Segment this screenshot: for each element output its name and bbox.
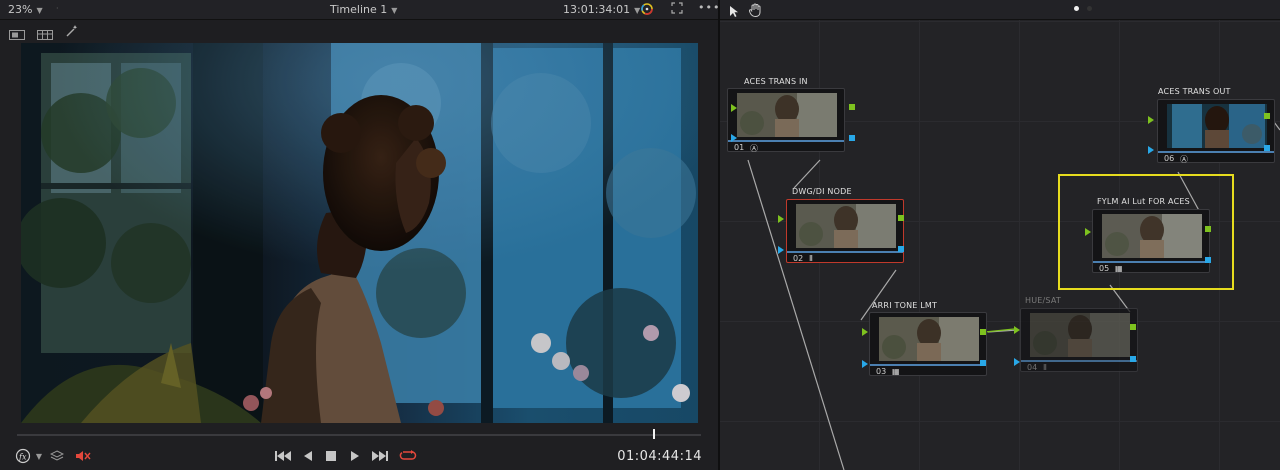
- chevron-down-icon: ▼: [391, 6, 398, 15]
- node-number: 05: [1099, 264, 1110, 273]
- grid-lut-icon: ▦: [1115, 264, 1123, 273]
- separator-dot-icon: ·: [56, 4, 59, 13]
- grid-lut-icon: ▦: [892, 367, 900, 376]
- node-status-strip: [870, 364, 986, 366]
- node-number: 02: [793, 254, 804, 263]
- node-status-strip: [1093, 261, 1209, 263]
- zoom-dropdown[interactable]: 23% ▼: [8, 3, 43, 16]
- node-input-alpha[interactable]: [731, 134, 737, 142]
- node-input-alpha[interactable]: [778, 246, 784, 254]
- svg-text:fx: fx: [18, 453, 27, 462]
- cinema-viewer-icon[interactable]: [37, 25, 53, 44]
- node-03-arri-tone-lmt[interactable]: 03 ▦: [869, 312, 987, 376]
- node-status-strip: [787, 251, 903, 253]
- node-thumbnail: [1102, 214, 1202, 258]
- timeline-dropdown[interactable]: Timeline 1 ▼: [330, 3, 397, 16]
- node-output-alpha[interactable]: [1130, 356, 1136, 362]
- magic-wand-icon[interactable]: [65, 23, 79, 42]
- node-thumbnail: [796, 204, 896, 248]
- node-label: FYLM AI Lut FOR ACES: [1097, 197, 1190, 206]
- node-output-rgb[interactable]: [980, 329, 986, 335]
- viewer-header: 23% ▼ · Timeline 1 ▼ 13:01:34:01 ▼ •••: [0, 0, 719, 20]
- node-output-rgb[interactable]: [1130, 324, 1136, 330]
- node-06-aces-trans-out[interactable]: 06 Ⓐ: [1157, 99, 1275, 164]
- video-frame-image: [21, 43, 698, 423]
- play-reverse-icon[interactable]: [299, 447, 317, 465]
- node-input-alpha[interactable]: [1014, 358, 1020, 366]
- node-input-rgb[interactable]: [1014, 326, 1020, 334]
- video-frame[interactable]: [21, 43, 698, 423]
- node-input-rgb[interactable]: [862, 328, 868, 336]
- node-number: 01: [734, 143, 745, 152]
- stop-icon[interactable]: [322, 447, 340, 465]
- node-label: ACES TRANS IN: [744, 77, 808, 86]
- node-output-alpha[interactable]: [1205, 257, 1211, 263]
- node-number: 04: [1027, 363, 1038, 372]
- viewer-toolbar: [0, 20, 718, 40]
- chevron-down-icon: ▼: [36, 6, 43, 15]
- node-status-strip: [1158, 151, 1274, 153]
- viewer-panel: 23% ▼ · Timeline 1 ▼ 13:01:34:01 ▼ ••• f…: [0, 0, 719, 470]
- node-output-alpha[interactable]: [898, 246, 904, 252]
- scrubber-track[interactable]: [17, 434, 701, 436]
- node-output-rgb[interactable]: [1264, 113, 1270, 119]
- aces-icon: Ⓐ: [750, 144, 758, 153]
- node-input-rgb[interactable]: [731, 104, 737, 112]
- timeline-title: Timeline 1: [330, 3, 388, 16]
- node-graph-panel[interactable]: ACES TRANS IN 01 Ⓐ DWG/DI NODE 02 Ⅱ ARRI…: [720, 0, 1280, 470]
- node-output-rgb[interactable]: [849, 104, 855, 110]
- playhead-timecode: 01:04:44:14: [617, 449, 702, 464]
- node-label: DWG/DI NODE: [792, 187, 852, 196]
- transport-bar: fx ▼ 01:04:44:14: [0, 424, 718, 470]
- skip-last-icon[interactable]: [371, 447, 389, 465]
- node-label: HUE/SAT: [1025, 296, 1061, 305]
- node-number: 06: [1164, 154, 1175, 163]
- play-icon[interactable]: [346, 447, 364, 465]
- node-label: ARRI TONE LMT: [872, 301, 938, 310]
- scrubber-playhead[interactable]: [653, 429, 655, 439]
- node-input-alpha[interactable]: [862, 360, 868, 368]
- speaker-muted-icon[interactable]: [74, 447, 92, 465]
- node-output-rgb[interactable]: [898, 215, 904, 221]
- node-input-rgb[interactable]: [1148, 116, 1154, 124]
- node-04-hue-sat[interactable]: 04 Ⅱ: [1020, 308, 1138, 372]
- expand-icon[interactable]: [671, 2, 683, 17]
- color-wheel-icon[interactable]: [640, 2, 654, 19]
- chevron-down-icon[interactable]: ▼: [30, 447, 48, 465]
- node-label: ACES TRANS OUT: [1158, 87, 1231, 96]
- levels-icon: Ⅱ: [1043, 363, 1047, 372]
- node-output-rgb[interactable]: [1205, 226, 1211, 232]
- source-timecode-dropdown[interactable]: 13:01:34:01 ▼: [563, 3, 640, 16]
- zoom-value: 23%: [8, 3, 33, 16]
- node-input-rgb[interactable]: [778, 215, 784, 223]
- node-output-alpha[interactable]: [849, 135, 855, 141]
- layers-icon[interactable]: [48, 447, 66, 465]
- node-01-aces-trans-in[interactable]: 01 Ⓐ: [727, 88, 845, 153]
- node-output-alpha[interactable]: [980, 360, 986, 366]
- node-thumbnail: [1030, 313, 1130, 357]
- node-number: 03: [876, 367, 887, 376]
- node-thumbnail: [1167, 104, 1267, 148]
- node-02-dwg-di-node[interactable]: 02 Ⅱ: [786, 199, 904, 263]
- loop-icon[interactable]: [399, 447, 417, 465]
- node-status-strip: [728, 140, 844, 142]
- single-viewer-icon[interactable]: [9, 25, 25, 44]
- node-thumbnail: [879, 317, 979, 361]
- node-05-fylm-ai-lut[interactable]: 05 ▦: [1092, 209, 1210, 273]
- aces-icon: Ⓐ: [1180, 155, 1188, 164]
- node-status-strip: [1021, 360, 1137, 362]
- skip-first-icon[interactable]: [274, 447, 292, 465]
- node-input-rgb[interactable]: [1085, 228, 1091, 236]
- node-output-alpha[interactable]: [1264, 145, 1270, 151]
- node-input-alpha[interactable]: [1148, 146, 1154, 154]
- levels-icon: Ⅱ: [809, 254, 813, 263]
- source-timecode: 13:01:34:01: [563, 3, 631, 16]
- node-thumbnail: [737, 93, 837, 137]
